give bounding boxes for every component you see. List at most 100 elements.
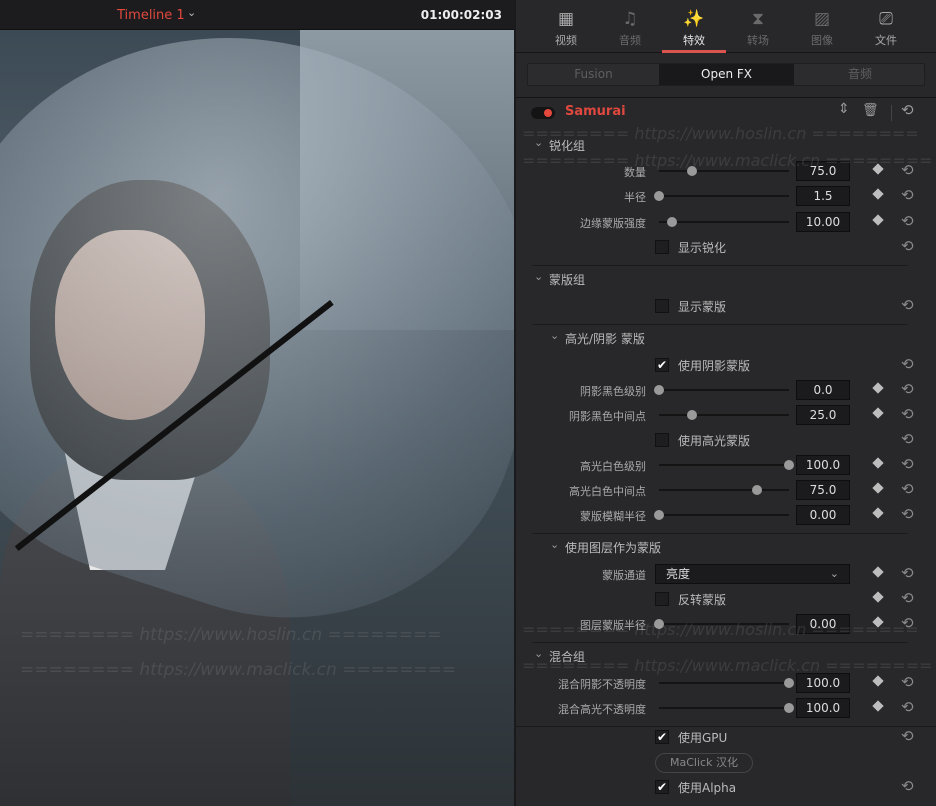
keyframe-diamond-icon[interactable] xyxy=(872,188,884,200)
value-field[interactable]: 100.0 xyxy=(796,698,850,718)
mask-channel-dropdown[interactable]: 亮度 ⌄ xyxy=(655,564,850,584)
reset-icon[interactable]: ⟲ xyxy=(901,237,914,255)
reset-icon[interactable]: ⟲ xyxy=(901,727,914,745)
group-label[interactable]: 蒙版组 xyxy=(549,271,585,288)
checkbox[interactable]: ✔ xyxy=(655,780,669,794)
value-field[interactable]: 100.0 xyxy=(796,673,850,693)
checkbox[interactable] xyxy=(655,433,669,447)
group-label[interactable]: 使用图层作为蒙版 xyxy=(565,539,661,556)
reset-icon[interactable]: ⟲ xyxy=(901,698,914,716)
checkbox[interactable] xyxy=(655,240,669,254)
chevron-down-icon[interactable]: ⌄ xyxy=(534,647,543,660)
slider-track[interactable] xyxy=(659,489,789,491)
reset-icon[interactable]: ⟲ xyxy=(901,589,914,607)
value-field[interactable]: 1.5 xyxy=(796,186,850,206)
expand-collapse-icon[interactable]: ⇕ xyxy=(838,101,850,117)
trash-icon[interactable]: 🗑 xyxy=(862,103,879,118)
chevron-down-icon[interactable]: ⌄ xyxy=(187,6,196,19)
subtab-1[interactable]: Open FX xyxy=(659,64,794,85)
keyframe-diamond-icon[interactable] xyxy=(872,566,884,578)
keyframe-diamond-icon[interactable] xyxy=(872,700,884,712)
reset-icon[interactable]: ⟲ xyxy=(901,480,914,498)
keyframe-diamond-icon[interactable] xyxy=(872,482,884,494)
chevron-down-icon[interactable]: ⌄ xyxy=(550,538,559,551)
timeline-selector[interactable]: Timeline 1 xyxy=(117,8,185,23)
subtab-0[interactable]: Fusion xyxy=(528,64,659,85)
tab-magic-wand[interactable]: ✨ 特效 xyxy=(662,0,726,53)
slider-handle[interactable] xyxy=(654,385,664,395)
keyframe-diamond-icon[interactable] xyxy=(872,457,884,469)
checkbox[interactable]: ✔ xyxy=(655,358,669,372)
tab-image[interactable]: ▨ 图像 xyxy=(790,0,854,53)
reset-icon[interactable]: ⟲ xyxy=(901,564,914,582)
slider-track[interactable] xyxy=(659,682,789,684)
reset-icon[interactable]: ⟲ xyxy=(901,505,914,523)
keyframe-diamond-icon[interactable] xyxy=(872,382,884,394)
group-label[interactable]: 混合组 xyxy=(549,648,585,665)
reset-icon[interactable]: ⟲ xyxy=(901,296,914,314)
reset-icon[interactable]: ⟲ xyxy=(901,673,914,691)
checkbox[interactable] xyxy=(655,299,669,313)
tab-transition[interactable]: ⧗ 转场 xyxy=(726,0,790,53)
slider-track[interactable] xyxy=(659,414,789,416)
slider-handle[interactable] xyxy=(784,460,794,470)
keyframe-diamond-icon[interactable] xyxy=(872,507,884,519)
slider-handle[interactable] xyxy=(784,678,794,688)
chevron-down-icon[interactable]: ⌄ xyxy=(534,136,543,149)
value-field[interactable]: 75.0 xyxy=(796,161,850,181)
keyframe-diamond-icon[interactable] xyxy=(872,407,884,419)
reset-icon[interactable]: ⟲ xyxy=(901,161,914,179)
tab-music-note[interactable]: ♫ 音频 xyxy=(598,0,662,53)
keyframe-diamond-icon[interactable] xyxy=(872,214,884,226)
reset-icon[interactable]: ⟲ xyxy=(901,380,914,398)
value-field[interactable]: 0.00 xyxy=(796,614,850,634)
value-field[interactable]: 0.00 xyxy=(796,505,850,525)
slider-track[interactable] xyxy=(659,514,789,516)
value-field[interactable]: 25.0 xyxy=(796,405,850,425)
effect-enable-toggle[interactable] xyxy=(531,107,555,119)
checkbox[interactable]: ✔ xyxy=(655,730,669,744)
checkbox[interactable] xyxy=(655,592,669,606)
reset-icon[interactable]: ⟲ xyxy=(901,405,914,423)
reset-icon[interactable]: ⟲ xyxy=(901,614,914,632)
slider-handle[interactable] xyxy=(667,217,677,227)
slider-track[interactable] xyxy=(659,389,789,391)
reset-icon[interactable]: ⟲ xyxy=(901,777,914,795)
reset-all-icon[interactable]: ⟲ xyxy=(901,101,914,119)
slider-handle[interactable] xyxy=(654,191,664,201)
tab-film[interactable]: ▦ 视频 xyxy=(534,0,598,53)
slider-track[interactable] xyxy=(659,623,789,625)
slider-handle[interactable] xyxy=(751,485,762,495)
slider-track[interactable] xyxy=(659,464,789,466)
subtab-2[interactable]: 音频 xyxy=(794,64,926,85)
slider-handle[interactable] xyxy=(686,410,697,420)
slider-handle[interactable] xyxy=(686,166,697,176)
keyframe-diamond-icon[interactable] xyxy=(872,591,884,603)
slider-handle[interactable] xyxy=(784,703,794,713)
slider-track[interactable] xyxy=(659,221,789,223)
slider-handle[interactable] xyxy=(654,619,664,629)
keyframe-diamond-icon[interactable] xyxy=(872,616,884,628)
reset-icon[interactable]: ⟲ xyxy=(901,186,914,204)
reset-icon[interactable]: ⟲ xyxy=(901,212,914,230)
slider-track[interactable] xyxy=(659,195,789,197)
slider-track[interactable] xyxy=(659,707,789,709)
reset-icon[interactable]: ⟲ xyxy=(901,355,914,373)
camera-file-icon: ⎚ xyxy=(879,9,893,29)
tab-camera-file[interactable]: ⎚ 文件 xyxy=(854,0,918,53)
value-field[interactable]: 100.0 xyxy=(796,455,850,475)
keyframe-diamond-icon[interactable] xyxy=(872,163,884,175)
chevron-down-icon[interactable]: ⌄ xyxy=(534,270,543,283)
slider-handle[interactable] xyxy=(654,510,664,520)
value-field[interactable]: 10.00 xyxy=(796,212,850,232)
chevron-down-icon[interactable]: ⌄ xyxy=(550,329,559,342)
value-field[interactable]: 75.0 xyxy=(796,480,850,500)
slider-track[interactable] xyxy=(659,170,789,172)
maclick-button[interactable]: MaClick 汉化 xyxy=(655,753,753,773)
value-field[interactable]: 0.0 xyxy=(796,380,850,400)
group-label[interactable]: 高光/阴影 蒙版 xyxy=(565,330,645,347)
keyframe-diamond-icon[interactable] xyxy=(872,675,884,687)
reset-icon[interactable]: ⟲ xyxy=(901,430,914,448)
group-label[interactable]: 锐化组 xyxy=(549,137,585,154)
reset-icon[interactable]: ⟲ xyxy=(901,455,914,473)
